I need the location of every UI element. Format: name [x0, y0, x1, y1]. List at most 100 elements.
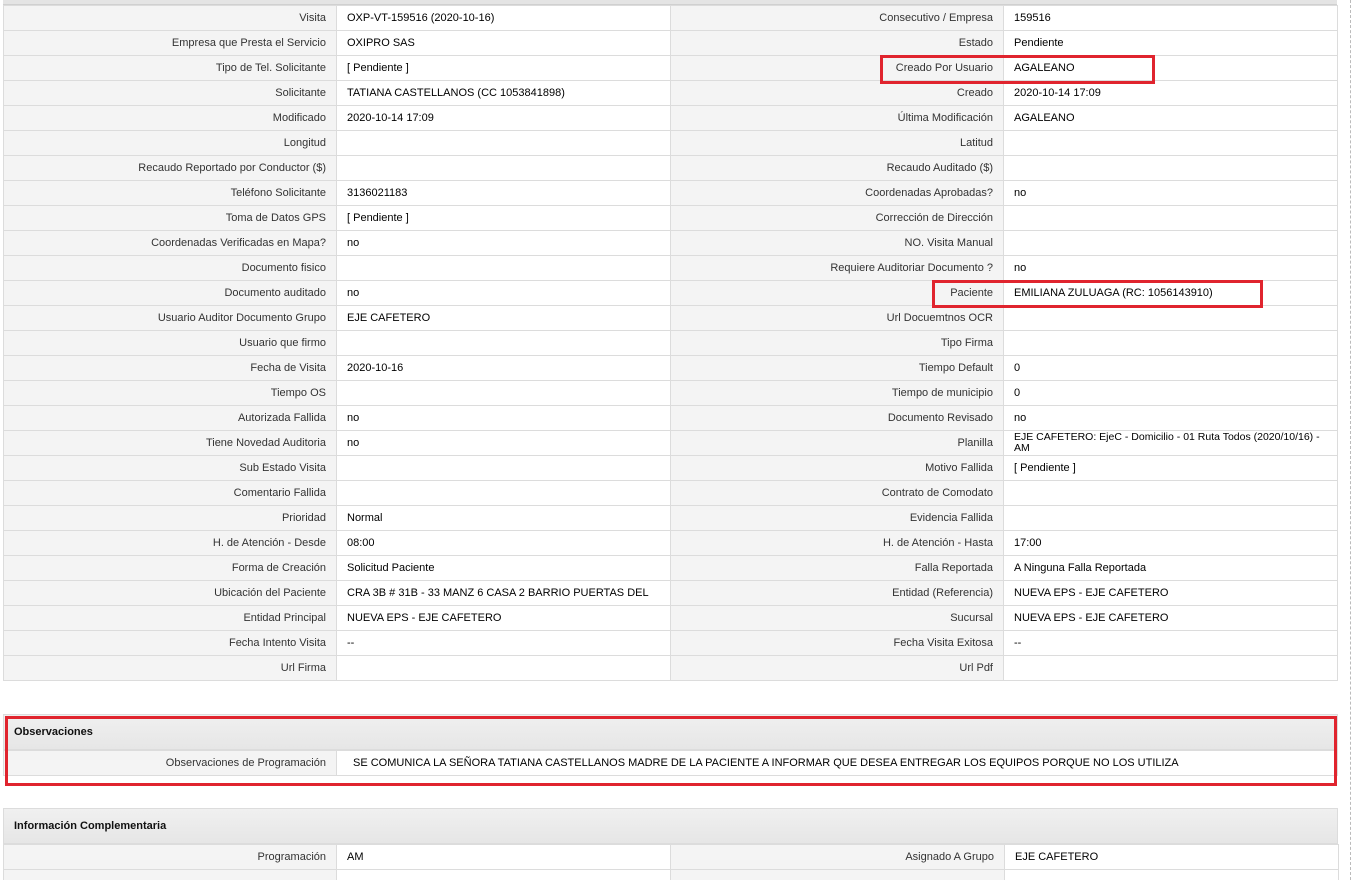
- field-label: Estado: [670, 30, 1004, 56]
- field-label: Toma de Datos GPS: [3, 205, 337, 231]
- field-value: EJE CAFETERO: [336, 305, 671, 331]
- field-value: [336, 380, 671, 406]
- field-label: Documento Revisado: [670, 405, 1004, 431]
- table-row: Visita OXP-VT-159516 (2020-10-16) Consecut…: [3, 5, 1338, 31]
- field-value: no: [336, 405, 671, 431]
- page-edge-divider: [1350, 0, 1351, 880]
- field-label: Coordenadas Verificadas en Mapa?: [3, 230, 337, 256]
- field-value: [1003, 155, 1338, 181]
- field-label: Documento fisico: [3, 255, 337, 281]
- field-value: [1003, 305, 1338, 331]
- table-row: Toma de Datos GPS[ Pendiente ] Corrección…: [3, 205, 1338, 231]
- field-value: [1003, 130, 1338, 156]
- field-label: Evidencia Fallida: [670, 505, 1004, 531]
- field-value: [336, 255, 671, 281]
- table-row: Ubicación del Paciente CRA 3B # 31B - 33 …: [3, 580, 1338, 606]
- field-label: Url Docuemtnos OCR: [670, 305, 1004, 331]
- field-label: Teléfono Solicitante: [3, 180, 337, 206]
- field-value: no: [1003, 255, 1338, 281]
- table-row: Solicitante TATIANA CASTELLANOS (CC 10538…: [3, 80, 1338, 106]
- field-label: Asignado A Grupo: [670, 844, 1005, 870]
- field-value: [ Pendiente ]: [336, 55, 671, 81]
- table-row: Longitud Latitud: [3, 130, 1338, 156]
- field-value: [336, 655, 671, 681]
- field-value: [1003, 330, 1338, 356]
- field-value: no: [1003, 405, 1338, 431]
- table-row: Url Firma Url Pdf: [3, 655, 1338, 681]
- field-value: 2020-10-14 17:09: [336, 105, 671, 131]
- field-value: --: [336, 630, 671, 656]
- field-value: EJE CAFETERO: EjeC - Domicilio - 01 Ruta…: [1003, 430, 1338, 456]
- field-label: Motivo Fallida: [670, 455, 1004, 481]
- field-value: OXP-VT-159516 (2020-10-16): [336, 5, 671, 31]
- field-label: Latitud: [670, 130, 1004, 156]
- field-label: Coordenadas Aprobadas?: [670, 180, 1004, 206]
- field-label: Visita: [3, 5, 337, 31]
- field-value: [1003, 480, 1338, 506]
- field-value: [1003, 205, 1338, 231]
- table-row: Forma de Creación Solicitud Paciente Falla…: [3, 555, 1338, 581]
- field-value: AGALEANO: [1003, 105, 1338, 131]
- table-row: Usuario que firmo Tipo Firma: [3, 330, 1338, 356]
- field-value: NUEVA EPS - EJE CAFETERO: [336, 605, 671, 631]
- field-value: no: [336, 230, 671, 256]
- field-label: Comentario Fallida: [3, 480, 337, 506]
- table-row: Empresa que Presta el Servicio OXIPRO SAS…: [3, 30, 1338, 56]
- field-value: NUEVA EPS - EJE CAFETERO: [1003, 605, 1338, 631]
- field-value: 2020-10-16: [336, 355, 671, 381]
- field-value: --: [1003, 630, 1338, 656]
- field-value: [336, 480, 671, 506]
- table-row: Documento auditado no Paciente EMILIANA ZU…: [3, 280, 1338, 306]
- table-row: Recaudo Reportado por Conductor ($) Recau…: [3, 155, 1338, 181]
- table-row: Autorizada Fallida no Documento Revisado …: [3, 405, 1338, 431]
- field-label: Documento auditado: [3, 280, 337, 306]
- field-label: Tiempo Default: [670, 355, 1004, 381]
- field-label: H. de Atención - Desde: [3, 530, 337, 556]
- field-value: [336, 155, 671, 181]
- field-label: Empresa que Presta el Servicio: [3, 30, 337, 56]
- field-value: [ Pendiente ]: [1003, 455, 1338, 481]
- table-row: Programación AM Asignado A Grupo EJE CAF…: [3, 844, 1339, 870]
- field-label: Creado Por Usuario: [670, 55, 1004, 81]
- table-row: Tipo de Tel. Solicitante[ Pendiente ] Cre…: [3, 55, 1338, 81]
- field-label: Fecha de Visita: [3, 355, 337, 381]
- field-label: Tipo Firma: [670, 330, 1004, 356]
- field-label: Recaudo Auditado ($): [670, 155, 1004, 181]
- field-value: EMILIANA ZULUAGA (RC: 1056143910): [1003, 280, 1338, 306]
- field-value: NUEVA EPS - EJE CAFETERO: [1003, 580, 1338, 606]
- field-value: [1003, 505, 1338, 531]
- table-row: Tiempo OS Tiempo de municipio 0: [3, 380, 1338, 406]
- field-label: Fecha Intento Visita: [3, 630, 337, 656]
- field-label: NO. Visita Manual: [670, 230, 1004, 256]
- field-label: Paciente: [670, 280, 1004, 306]
- table-row: Fecha Intento Visita -- Fecha Visita Exito…: [3, 630, 1338, 656]
- field-value: EJE CAFETERO: [1004, 844, 1339, 870]
- field-label: Planilla: [670, 430, 1004, 456]
- field-label: [3, 869, 337, 880]
- observaciones-label: Observaciones de Programación: [3, 750, 337, 776]
- field-label: Programación: [3, 844, 337, 870]
- observaciones-section: Observaciones Observaciones de Programac…: [3, 714, 1338, 776]
- observaciones-title: Observaciones: [3, 714, 1338, 750]
- table-row: Documento fisico Requiere Auditoriar Docu…: [3, 255, 1338, 281]
- field-label: Autorizada Fallida: [3, 405, 337, 431]
- field-label: Falla Reportada: [670, 555, 1004, 581]
- field-value: [336, 130, 671, 156]
- field-label: Tiempo OS: [3, 380, 337, 406]
- field-value: [1003, 655, 1338, 681]
- field-label: Última Modificación: [670, 105, 1004, 131]
- field-value: 0: [1003, 380, 1338, 406]
- field-value: A Ninguna Falla Reportada: [1003, 555, 1338, 581]
- field-label: Entidad (Referencia): [670, 580, 1004, 606]
- field-value: 159516: [1003, 5, 1338, 31]
- observaciones-value: SE COMUNICA LA SEÑORA TATIANA CASTELLANO…: [336, 750, 1338, 776]
- table-row: Fecha de Visita 2020-10-16 Tiempo Default…: [3, 355, 1338, 381]
- field-label: Tiempo de municipio: [670, 380, 1004, 406]
- table-row: Coordenadas Verificadas en Mapa? no NO. V…: [3, 230, 1338, 256]
- table-row: Comentario Fallida Contrato de Comodato: [3, 480, 1338, 506]
- field-label: Usuario que firmo: [3, 330, 337, 356]
- field-label: Sucursal: [670, 605, 1004, 631]
- field-label: Modificado: [3, 105, 337, 131]
- field-value: OXIPRO SAS: [336, 30, 671, 56]
- field-label: Contrato de Comodato: [670, 480, 1004, 506]
